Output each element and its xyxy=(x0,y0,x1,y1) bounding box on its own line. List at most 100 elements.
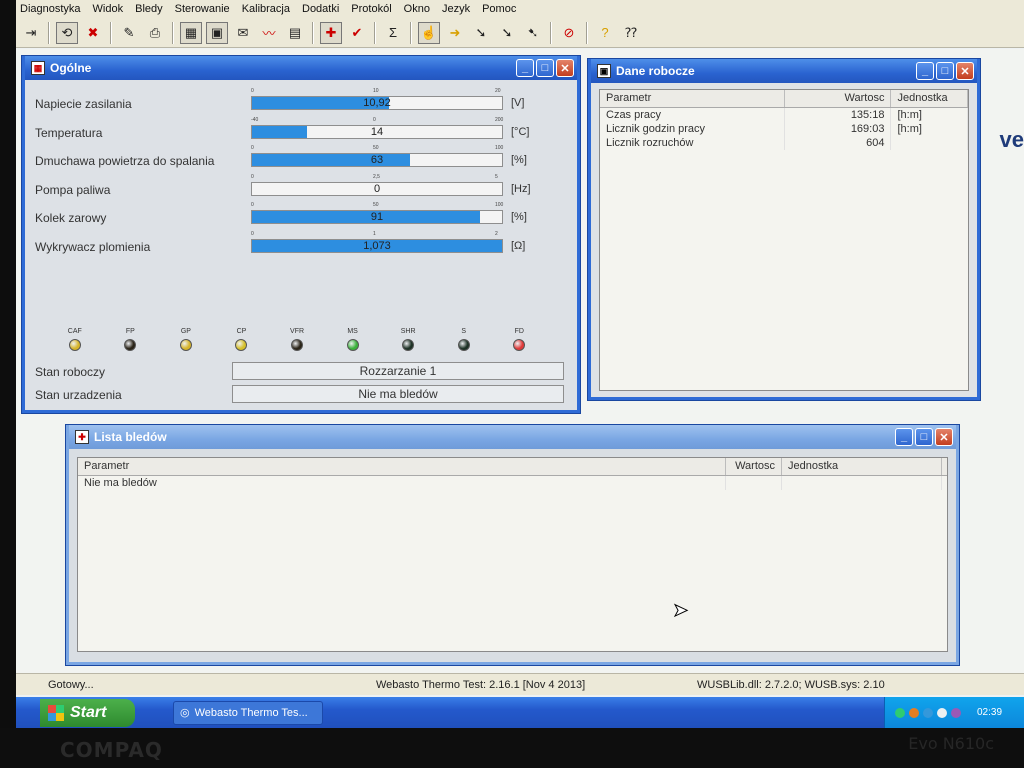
security-icon[interactable] xyxy=(909,707,919,718)
toolbar-separator xyxy=(110,21,112,44)
message-icon[interactable]: ✉ xyxy=(232,22,254,44)
error-list-icon[interactable]: ✚ xyxy=(320,21,342,44)
list-item[interactable]: Nie ma bledów xyxy=(78,476,947,490)
scale-tick-label: 2 xyxy=(495,231,498,237)
document-icon[interactable]: ▤ xyxy=(284,22,306,44)
connect-icon[interactable]: ⇥ xyxy=(20,22,42,44)
windows-logo-icon xyxy=(48,704,64,721)
measurement-unit: [%] xyxy=(511,154,527,166)
no-entry-icon[interactable]: ⊘ xyxy=(558,22,580,44)
arrow-right-icon[interactable]: ➜ xyxy=(444,22,466,44)
overview-window-icon[interactable]: ▦ xyxy=(180,21,202,44)
device-state-value: Nie ma bledów xyxy=(232,385,564,403)
operating-state-label: Stan roboczy xyxy=(35,365,106,379)
column-header-jednostka[interactable]: Jednostka xyxy=(782,458,942,475)
mouse-cursor-icon: ➤ xyxy=(672,600,689,621)
close-button[interactable]: ✕ xyxy=(935,428,953,446)
measurement-value: 10,92 xyxy=(363,97,391,109)
close-button[interactable]: ✕ xyxy=(956,62,974,80)
power-icon[interactable] xyxy=(951,707,961,718)
context-help-icon[interactable]: ⁇ xyxy=(620,22,642,44)
measurement-scale: 0 2,5 5 xyxy=(251,174,501,182)
help-icon[interactable]: ? xyxy=(594,22,616,44)
refresh-icon[interactable]: ⟲ xyxy=(56,21,78,44)
indicator-led: SHR xyxy=(380,328,436,351)
start-label: Start xyxy=(70,703,107,721)
toolbar-separator xyxy=(312,21,314,44)
led-label: CAF xyxy=(67,328,82,335)
working-data-titlebar[interactable]: ▣ Dane robocze _ □ ✕ xyxy=(591,59,977,83)
indicator-led: GP xyxy=(158,328,214,351)
clock[interactable]: 02:39 xyxy=(977,707,1002,718)
status-ready: Gotowy... xyxy=(48,679,94,691)
step-down-alt-icon[interactable]: ➘ xyxy=(496,22,518,44)
scale-tick-label: 1 xyxy=(373,231,376,237)
menu-bledy[interactable]: Bledy xyxy=(135,3,163,15)
list-item[interactable]: Licznik rozruchów 604 xyxy=(600,136,968,150)
close-button[interactable]: ✕ xyxy=(556,59,574,77)
scale-tick-label: 0 xyxy=(251,174,254,180)
usb-icon[interactable] xyxy=(923,707,933,718)
toolbar-separator xyxy=(410,21,412,44)
error-name: Nie ma bledów xyxy=(78,476,726,490)
overview-window-icon: ▦ xyxy=(31,61,45,75)
toolbar: ⇥ ⟲ ✖ ✎ ⎙ ▦ ▣ ✉ 〰 ▤ ✚ ✔ Σ ☝ ➜ ➘ ➘ ➷ ⊘ ? … xyxy=(16,18,1024,48)
measurement-row: Temperatura -40 0 200 14 [°C] xyxy=(25,117,565,143)
measurement-scale: 0 1 2 xyxy=(251,231,501,239)
maximize-button[interactable]: □ xyxy=(936,62,954,80)
menu-kalibracja[interactable]: Kalibracja xyxy=(242,3,290,15)
sum-icon[interactable]: Σ xyxy=(382,22,404,44)
network-icon[interactable] xyxy=(895,707,905,718)
status-version: Webasto Thermo Test: 2.16.1 [Nov 4 2013] xyxy=(376,679,586,691)
measurement-bar: 63 xyxy=(251,153,503,167)
overview-window: ▦ Ogólne _ □ ✕ Napiecie zasilania 0 10 20 10… xyxy=(22,56,580,413)
stop-icon[interactable]: ✖ xyxy=(82,22,104,44)
step-curve-icon[interactable]: ➷ xyxy=(522,22,544,44)
list-item[interactable]: Czas pracy 135:18 [h:m] xyxy=(600,108,968,122)
hand-icon[interactable]: ☝ xyxy=(418,21,440,44)
led-dot-icon xyxy=(402,339,415,351)
minimize-button[interactable]: _ xyxy=(895,428,913,446)
overview-window-titlebar[interactable]: ▦ Ogólne _ □ ✕ xyxy=(25,56,577,80)
column-header-parametr[interactable]: Parametr xyxy=(600,90,785,107)
error-list-titlebar[interactable]: ✚ Lista bledów _ □ ✕ xyxy=(69,425,956,449)
overview-window-title: Ogólne xyxy=(50,61,92,75)
column-header-parametr[interactable]: Parametr xyxy=(78,458,726,475)
column-header-wartosc[interactable]: Wartosc xyxy=(785,90,892,107)
check-icon[interactable]: ✔ xyxy=(346,22,368,44)
led-dot-icon xyxy=(457,339,470,351)
step-down-icon[interactable]: ➘ xyxy=(470,22,492,44)
menu-sterowanie[interactable]: Sterowanie xyxy=(175,3,230,15)
measurement-unit: [Ω] xyxy=(511,240,526,252)
list-header: Parametr Wartosc Jednostka xyxy=(600,90,968,108)
error-list-title: Lista bledów xyxy=(94,430,167,444)
measurement-scale: -40 0 200 xyxy=(251,117,503,125)
print-icon[interactable]: ⎙ xyxy=(144,22,166,44)
graph-icon[interactable]: 〰 xyxy=(258,22,280,44)
scale-tick-label: 50 xyxy=(373,202,379,208)
indicator-led: MS xyxy=(325,328,381,351)
column-header-wartosc[interactable]: Wartosc xyxy=(726,458,782,475)
menu-pomoc[interactable]: Pomoc xyxy=(482,3,516,15)
list-item[interactable]: Licznik godzin pracy 169:03 [h:m] xyxy=(600,122,968,136)
start-button[interactable]: Start xyxy=(40,698,135,727)
scale-tick-label: 20 xyxy=(495,88,501,94)
maximize-button[interactable]: □ xyxy=(915,428,933,446)
menu-widok[interactable]: Widok xyxy=(93,3,124,15)
tool-icon[interactable]: ✎ xyxy=(118,22,140,44)
scale-tick-label: 50 xyxy=(373,145,379,151)
param-value: 169:03 xyxy=(785,122,892,136)
maximize-button[interactable]: □ xyxy=(536,59,554,77)
taskbar-app-button[interactable]: ◎ Webasto Thermo Tes... xyxy=(173,700,323,725)
minimize-button[interactable]: _ xyxy=(916,62,934,80)
menu-protokol[interactable]: Protokól xyxy=(351,3,391,15)
volume-icon[interactable] xyxy=(937,707,947,718)
menu-diagnostyka[interactable]: Diagnostyka xyxy=(20,3,81,15)
minimize-button[interactable]: _ xyxy=(516,59,534,77)
menu-jezyk[interactable]: Jezyk xyxy=(442,3,470,15)
scale-tick-label: 0 xyxy=(251,88,254,94)
menu-dodatki[interactable]: Dodatki xyxy=(302,3,339,15)
menu-okno[interactable]: Okno xyxy=(404,3,430,15)
data-window-icon[interactable]: ▣ xyxy=(206,21,228,44)
column-header-jednostka[interactable]: Jednostka xyxy=(891,90,968,107)
